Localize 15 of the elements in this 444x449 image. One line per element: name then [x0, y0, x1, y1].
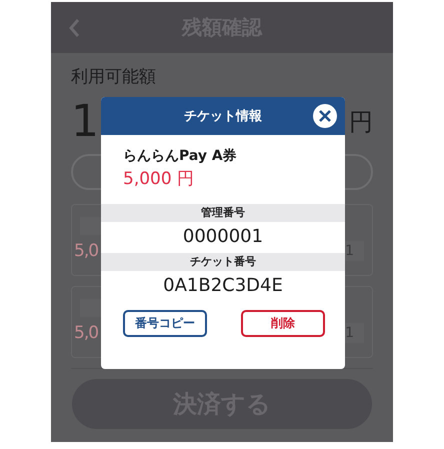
field-label: 管理番号: [101, 204, 345, 222]
ticket-name: らんらんPay A券: [123, 147, 238, 165]
available-label: 利用可能額: [71, 66, 157, 88]
close-icon[interactable]: [313, 104, 337, 128]
ticket-amount: 5,0: [74, 323, 98, 343]
dialog-title: チケット情報: [184, 108, 262, 125]
ticket-price: 5,000 円: [123, 168, 196, 190]
ticket-amount: 5,0: [74, 241, 98, 261]
field-label: チケット番号: [101, 253, 345, 271]
field-value: 0A1B2C3D4E: [162, 275, 284, 296]
amount-text: 1: [71, 100, 99, 144]
amount-unit: 円: [349, 107, 373, 138]
field-value: 0000001: [182, 226, 264, 247]
copy-button[interactable]: 番号コピー: [123, 310, 207, 337]
delete-button[interactable]: 削除: [241, 310, 325, 337]
